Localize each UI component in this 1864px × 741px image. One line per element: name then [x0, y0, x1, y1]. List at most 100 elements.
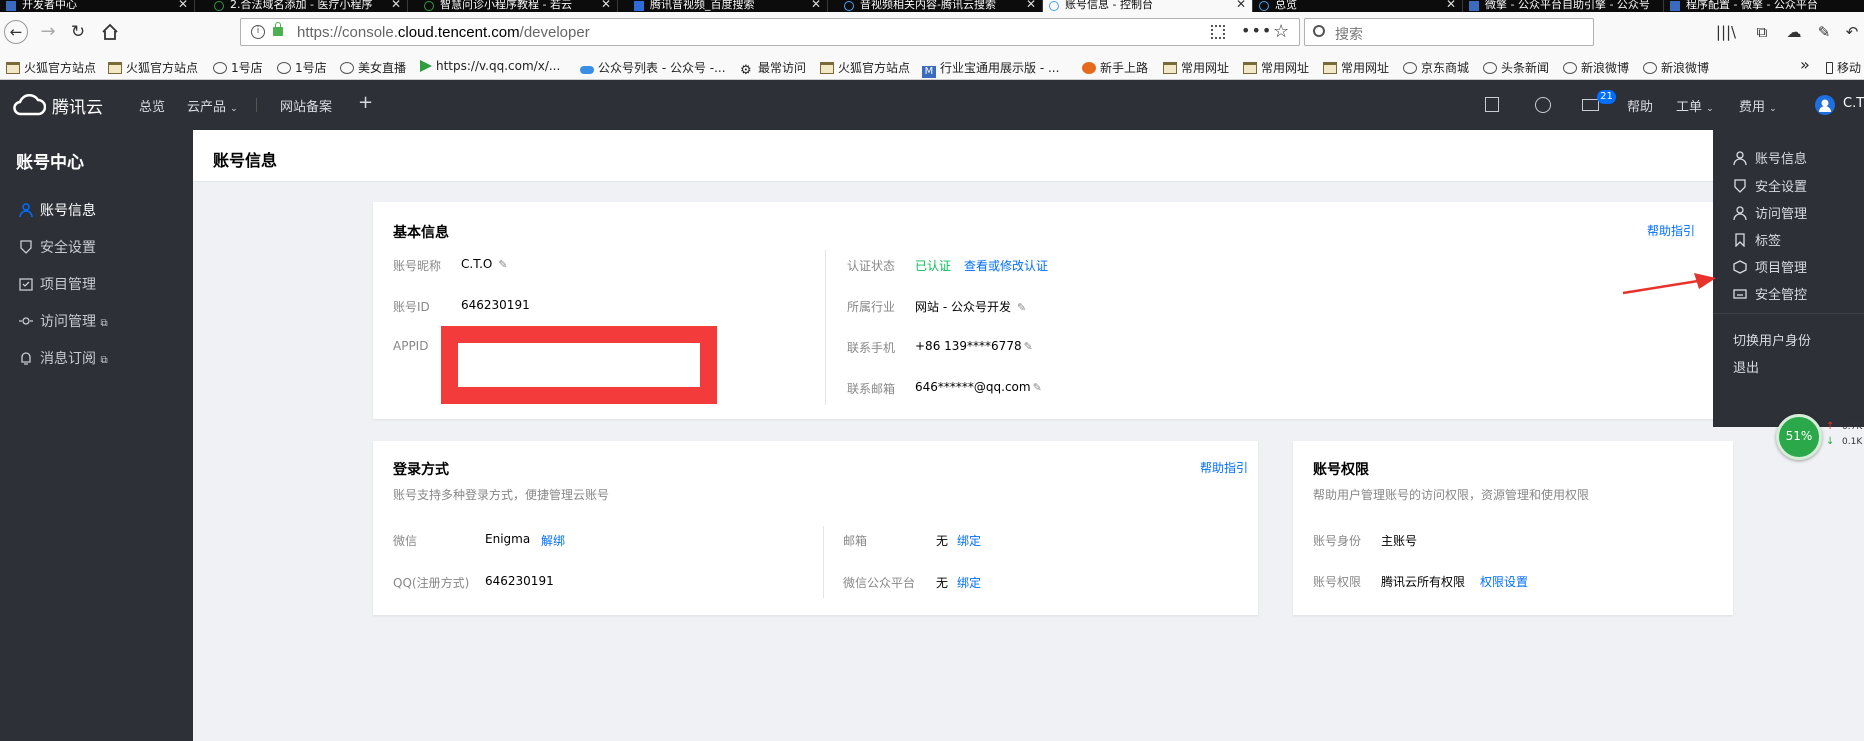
- browser-tab[interactable]: 腾讯音视频_百度搜索 ✕: [628, 0, 828, 12]
- close-icon[interactable]: ✕: [1236, 0, 1246, 10]
- search-box[interactable]: 搜索: [1304, 18, 1594, 46]
- edit-icon[interactable]: ✎: [1033, 381, 1042, 394]
- edit-icon[interactable]: ✎: [1024, 340, 1033, 353]
- bookmark-item[interactable]: 公众号列表 - 公众号 -...: [580, 59, 726, 76]
- baidu-icon: [634, 1, 644, 11]
- bookmark-item[interactable]: 1号店: [277, 59, 327, 76]
- menu-item-projects[interactable]: 项目管理: [1733, 257, 1807, 276]
- access-icon: [19, 317, 33, 325]
- unbind-wechat-link[interactable]: 解绑: [541, 532, 565, 549]
- bookmark-item[interactable]: 新手上路: [1082, 59, 1148, 76]
- more-icon[interactable]: •••: [1241, 21, 1272, 40]
- browser-tab[interactable]: 智慧问诊小程序教程 - 若云 ✕: [418, 0, 618, 12]
- close-icon[interactable]: ✕: [811, 0, 821, 10]
- bookmark-item[interactable]: 火狐官方站点: [820, 59, 910, 76]
- bookmark-item[interactable]: 京东商城: [1403, 59, 1469, 76]
- brand-name[interactable]: 腾讯云: [52, 93, 103, 118]
- browser-tab[interactable]: 程序配置 - 微擎 - 公众平台: [1663, 0, 1864, 12]
- bind-mail-link[interactable]: 绑定: [957, 532, 981, 549]
- browser-tab[interactable]: 音视频相关内容-腾讯云搜索 ✕: [838, 0, 1043, 12]
- qr-code-icon[interactable]: [1211, 25, 1225, 39]
- bookmark-item[interactable]: https://v.qq.com/x/...: [420, 59, 560, 73]
- permission-settings-link[interactable]: 权限设置: [1480, 573, 1528, 590]
- menu-item-security[interactable]: 安全设置: [1733, 176, 1807, 195]
- add-shortcut-icon[interactable]: +: [358, 92, 373, 113]
- bookmark-item[interactable]: 常用网址: [1323, 59, 1389, 76]
- bookmark-item[interactable]: 头条新闻: [1483, 59, 1549, 76]
- edit-icon[interactable]: ✎: [498, 258, 507, 271]
- console-top-nav: 腾讯云 总览 云产品 ⌄ 网站备案 + 21 帮助 工单 ⌄ 费用 ⌄ C.T.: [0, 80, 1864, 130]
- menu-item-account-info[interactable]: 账号信息: [1733, 148, 1807, 167]
- sidebar-item-access[interactable]: 访问管理 ⧉: [18, 311, 108, 331]
- info-icon[interactable]: i: [251, 25, 265, 39]
- qr-scan-icon[interactable]: [1485, 97, 1499, 112]
- help-link[interactable]: 帮助指引: [1647, 222, 1695, 239]
- browser-tab[interactable]: 总览 ✕: [1253, 0, 1463, 12]
- speed-widget-ball[interactable]: 51%: [1776, 414, 1822, 460]
- sidebar-item-subscription[interactable]: 消息订阅 ⧉: [18, 348, 108, 368]
- bookmark-item[interactable]: 新浪微博: [1563, 59, 1629, 76]
- star-icon[interactable]: ☆: [1273, 21, 1289, 42]
- bookmark-item[interactable]: 火狐官方站点: [6, 59, 96, 76]
- folder-icon: [820, 62, 834, 74]
- notes-icon[interactable]: ✎: [1812, 20, 1836, 44]
- tencent-cloud-logo-icon[interactable]: [12, 93, 47, 119]
- verify-link[interactable]: 查看或修改认证: [964, 257, 1048, 274]
- bookmarks-overflow-icon[interactable]: »: [1800, 55, 1810, 74]
- nav-help[interactable]: 帮助: [1627, 96, 1653, 115]
- m-icon: [1469, 1, 1479, 11]
- browser-tab[interactable]: 微擎 - 公众平台自助引擎 - 公众号: [1463, 0, 1663, 12]
- sidebar-item-account-info[interactable]: 账号信息: [18, 200, 96, 220]
- close-icon[interactable]: ✕: [391, 0, 401, 10]
- mobile-bookmarks[interactable]: 移动: [1826, 59, 1861, 76]
- screenshot-icon[interactable]: ⧉: [1750, 20, 1774, 44]
- nav-ticket[interactable]: 工单 ⌄: [1676, 96, 1714, 115]
- bookmark-item[interactable]: 火狐官方站点: [108, 59, 198, 76]
- nav-icp[interactable]: 网站备案: [280, 96, 332, 115]
- undo-icon[interactable]: ↶: [1840, 20, 1864, 44]
- globe-icon: [277, 62, 291, 74]
- menu-item-access[interactable]: 访问管理: [1733, 203, 1807, 222]
- close-icon[interactable]: ✕: [1446, 0, 1456, 10]
- menu-item-tags[interactable]: 标签: [1733, 230, 1781, 249]
- browser-tab[interactable]: 2.合法域名添加 - 医疗小程序 ✕: [208, 0, 408, 12]
- menu-item-security-control[interactable]: 安全管控: [1733, 284, 1807, 303]
- menu-item-switch-identity[interactable]: 切换用户身份: [1733, 330, 1811, 349]
- clock-icon[interactable]: [1535, 97, 1551, 113]
- chat-icon[interactable]: ☁: [1782, 20, 1806, 44]
- close-icon[interactable]: ✕: [178, 0, 188, 10]
- user-name[interactable]: C.T.: [1843, 96, 1864, 111]
- bookmark-tag-icon: [1735, 233, 1745, 247]
- bookmark-item[interactable]: ⚙ 最常访问: [740, 59, 806, 77]
- bookmark-item[interactable]: 新浪微博: [1643, 59, 1709, 76]
- bookmark-item[interactable]: 美女直播: [340, 59, 406, 76]
- help-link[interactable]: 帮助指引: [1200, 459, 1248, 476]
- back-icon[interactable]: ←: [4, 20, 28, 44]
- avatar-icon[interactable]: [1815, 95, 1835, 115]
- globe-icon: [1403, 62, 1417, 74]
- user-icon: [1733, 151, 1747, 165]
- close-icon[interactable]: ✕: [601, 0, 611, 10]
- nav-overview[interactable]: 总览: [139, 96, 165, 115]
- nav-billing[interactable]: 费用 ⌄: [1739, 96, 1777, 115]
- bookmark-item[interactable]: 1号店: [213, 59, 263, 76]
- browser-tab-active[interactable]: 账号信息 - 控制台 ✕: [1043, 0, 1253, 12]
- browser-tab[interactable]: 开发者中心 ✕: [0, 0, 195, 12]
- reload-icon[interactable]: ↻: [66, 20, 90, 44]
- qq-label: QQ(注册方式): [393, 576, 470, 590]
- sidebar-item-security[interactable]: 安全设置: [18, 237, 96, 257]
- forward-icon[interactable]: →: [36, 20, 60, 44]
- sidebar-item-projects[interactable]: 项目管理: [18, 274, 96, 294]
- url-bar[interactable]: i https://console.cloud.tencent.com/deve…: [240, 18, 1300, 46]
- library-icon[interactable]: |||\: [1714, 20, 1738, 44]
- home-icon[interactable]: [98, 20, 122, 44]
- nav-products[interactable]: 云产品 ⌄: [187, 96, 238, 115]
- bookmark-item[interactable]: 常用网址: [1243, 59, 1309, 76]
- mail-icon[interactable]: [1582, 99, 1599, 111]
- bookmark-item[interactable]: 常用网址: [1163, 59, 1229, 76]
- close-icon[interactable]: ✕: [1026, 0, 1036, 10]
- bind-mp-link[interactable]: 绑定: [957, 574, 981, 591]
- bookmark-item[interactable]: M 行业宝通用展示版 - ...: [922, 59, 1059, 78]
- menu-item-logout[interactable]: 退出: [1733, 357, 1759, 376]
- edit-icon[interactable]: ✎: [1017, 301, 1026, 314]
